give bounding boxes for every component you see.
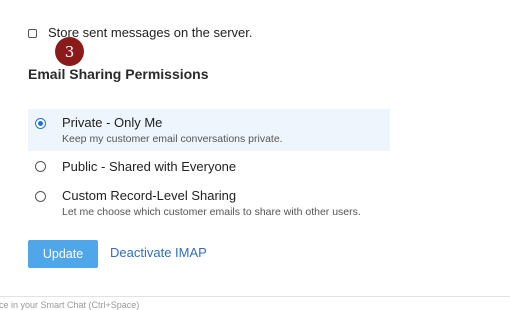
store-messages-row[interactable]: Store sent messages on the server. <box>28 24 253 42</box>
store-messages-checkbox[interactable] <box>28 28 37 38</box>
option-description: Keep my customer email conversations pri… <box>62 133 283 145</box>
option-title: Private - Only Me <box>62 115 163 130</box>
footer-divider <box>0 296 510 297</box>
option-title: Custom Record-Level Sharing <box>62 188 237 203</box>
deactivate-imap-link[interactable]: Deactivate IMAP <box>110 245 207 260</box>
update-button[interactable]: Update <box>28 240 98 268</box>
public-radio[interactable] <box>35 161 46 172</box>
footer-hint: ace in your Smart Chat (Ctrl+Space) <box>0 300 140 310</box>
step-number-badge: 3 <box>55 37 84 66</box>
sharing-option-custom[interactable]: Custom Record-Level Sharing Let me choos… <box>28 185 390 223</box>
section-title: Email Sharing Permissions <box>28 66 209 82</box>
custom-radio[interactable] <box>35 191 46 202</box>
option-description: Let me choose which customer emails to s… <box>62 206 361 218</box>
option-title: Public - Shared with Everyone <box>62 159 237 174</box>
sharing-option-public[interactable]: Public - Shared with Everyone <box>28 156 390 180</box>
private-radio[interactable] <box>35 118 46 129</box>
sharing-option-private[interactable]: Private - Only Me Keep my customer email… <box>28 109 390 151</box>
